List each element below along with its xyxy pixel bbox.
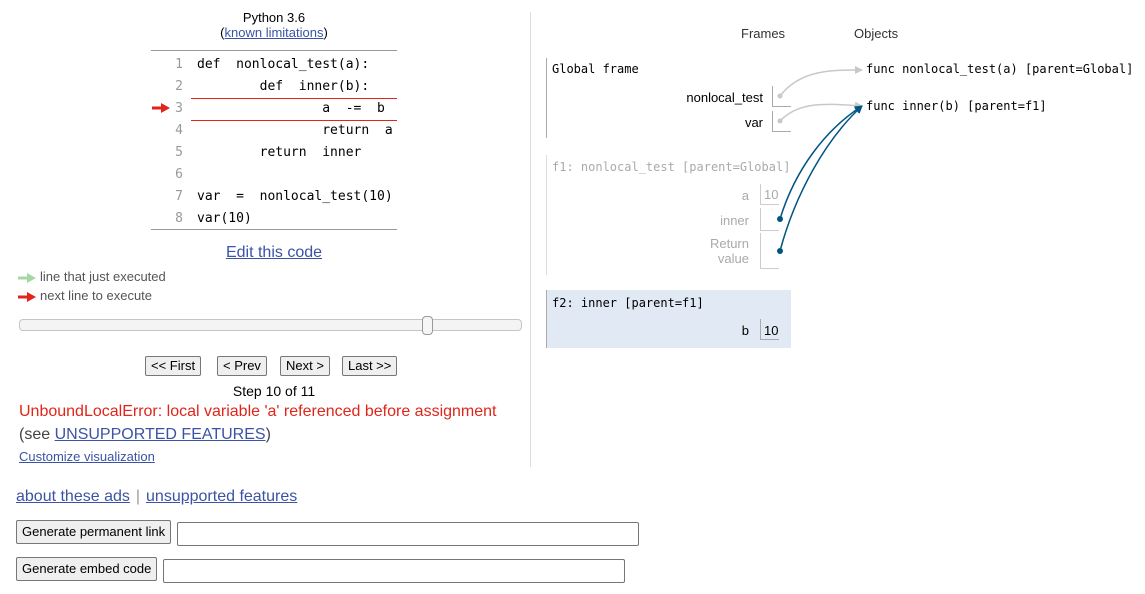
pointer-arrow-return-value — [779, 105, 863, 252]
panel-divider — [530, 12, 531, 467]
prev-button[interactable]: < Prev — [217, 356, 267, 376]
see-unsupported-line: (see UNSUPPORTED FEATURES) — [19, 426, 271, 443]
step-slider-handle[interactable] — [422, 316, 433, 335]
object-func-inner: func inner(b) [parent=f1] — [866, 99, 1047, 113]
generate-embed-code-button[interactable]: Generate embed code — [16, 557, 158, 581]
f1-var-a: a — [741, 188, 749, 203]
code-line-6: 6 — [175, 167, 183, 182]
code-line-2: 2 def inner(b): — [175, 79, 370, 94]
f1-var-inner: inner — [720, 213, 749, 228]
code-line-1: 1 def nonlocal_test(a): — [175, 57, 370, 72]
code-line-7: 7 var = nonlocal_test(10) — [175, 189, 393, 204]
global-var-nonlocal-test: nonlocal_test — [686, 90, 763, 105]
error-message: UnboundLocalError: local variable 'a' re… — [19, 403, 497, 420]
first-button[interactable]: << First — [145, 356, 202, 376]
pointer-arrow-nonlocal-test — [779, 66, 863, 97]
footer-links: about these ads | unsupported features — [16, 488, 297, 506]
last-button[interactable]: Last >> — [342, 356, 398, 376]
next-line-arrow-icon — [152, 103, 170, 113]
code-top-rule — [151, 50, 397, 51]
customize-visualization-link[interactable]: Customize visualization — [19, 449, 155, 464]
legend-next: next line to execute — [18, 288, 152, 303]
about-ads-link[interactable]: about these ads — [16, 488, 130, 505]
customize-wrap: Customize visualization — [19, 449, 155, 464]
f1-slot-return-value — [760, 233, 779, 269]
frames-header: Frames — [741, 26, 786, 41]
objects-header: Objects — [854, 26, 899, 41]
next-arrow-icon — [18, 291, 36, 302]
next-line-highlight — [191, 98, 397, 121]
edit-code-link-wrap: Edit this code — [151, 244, 397, 262]
python-version: Python 3.6 — [242, 10, 306, 25]
f2-var-b: b — [741, 323, 749, 338]
generate-permanent-link-button[interactable]: Generate permanent link — [16, 520, 172, 544]
code-line-4: 4 return a — [175, 123, 393, 138]
legend-executed: line that just executed — [18, 269, 166, 284]
unsupported-features-link[interactable]: UNSUPPORTED FEATURES — [55, 426, 266, 443]
code-line-5: 5 return inner — [175, 145, 362, 160]
f1-var-return-value: Return value — [709, 236, 749, 266]
f2-value-b: 10 — [764, 323, 779, 338]
code-bottom-rule — [151, 229, 397, 230]
pointer-arrow-var — [779, 101, 863, 122]
footer-unsupported-link[interactable]: unsupported features — [146, 488, 297, 505]
permanent-link-input[interactable] — [177, 522, 639, 546]
f1-frame-border — [546, 155, 547, 275]
global-var-var: var — [744, 115, 763, 130]
pointer-arrow-inner — [779, 105, 863, 220]
global-slot-nonlocal-test — [772, 86, 791, 107]
object-func-nonlocal-test: func nonlocal_test(a) [parent=Global] — [866, 62, 1134, 76]
f1-slot-inner — [760, 208, 779, 231]
global-frame-border — [546, 58, 547, 138]
code-line-8: 8 var(10) — [175, 211, 252, 226]
global-slot-var — [772, 111, 791, 132]
step-slider[interactable] — [19, 319, 522, 331]
known-limitations-link[interactable]: known limitations — [225, 25, 324, 40]
f2-frame-title: f2: inner [parent=f1] — [552, 296, 704, 310]
limitations-line: (known limitations) — [220, 25, 328, 40]
next-button[interactable]: Next > — [280, 356, 330, 376]
f1-value-a: 10 — [764, 187, 779, 202]
global-frame-title: Global frame — [552, 62, 639, 76]
f1-frame-title: f1: nonlocal_test [parent=Global] — [552, 160, 791, 174]
edit-code-link[interactable]: Edit this code — [226, 244, 322, 261]
footer-separator: | — [135, 488, 141, 505]
executed-arrow-icon — [18, 272, 36, 283]
step-counter: Step 10 of 11 — [232, 383, 316, 399]
embed-code-input[interactable] — [163, 559, 625, 583]
